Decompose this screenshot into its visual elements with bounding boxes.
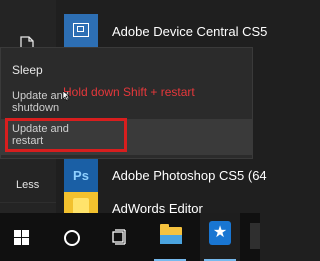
- pinned-app-icon: ★: [209, 221, 231, 245]
- power-sleep-option[interactable]: Sleep: [1, 64, 252, 82]
- power-sleep-label: Sleep: [12, 63, 43, 77]
- file-explorer-icon: [160, 224, 182, 244]
- adwords-editor-icon: [64, 192, 98, 213]
- start-icon: [14, 230, 29, 245]
- search-icon: [64, 230, 80, 246]
- app-label: Adobe Photoshop CS5 (64: [112, 168, 267, 183]
- app-item-photoshop[interactable]: Ps Adobe Photoshop CS5 (64: [64, 158, 267, 192]
- mouse-cursor-icon: [62, 88, 71, 102]
- restart-highlight-box: [5, 118, 127, 152]
- taskbar: ★: [0, 213, 260, 261]
- pinned-app-button[interactable]: ★: [200, 213, 240, 261]
- task-view-button[interactable]: [100, 213, 140, 261]
- app-item-device-central[interactable]: Adobe Device Central CS5: [64, 14, 268, 48]
- app-label: AdWords Editor: [112, 201, 203, 213]
- rail-divider: [0, 202, 56, 203]
- taskbar-overflow-item[interactable]: [248, 213, 260, 261]
- app-item-adwords[interactable]: AdWords Editor: [64, 192, 264, 213]
- device-central-icon: [64, 14, 98, 48]
- less-label[interactable]: Less: [16, 179, 39, 191]
- app-label: Adobe Device Central CS5: [112, 24, 268, 39]
- shift-restart-hint: Hold down Shift + restart: [63, 85, 195, 99]
- file-explorer-button[interactable]: [150, 213, 190, 261]
- start-button[interactable]: [0, 213, 40, 261]
- search-button[interactable]: [50, 213, 90, 261]
- task-view-icon: [112, 229, 126, 245]
- photoshop-icon: Ps: [64, 158, 98, 192]
